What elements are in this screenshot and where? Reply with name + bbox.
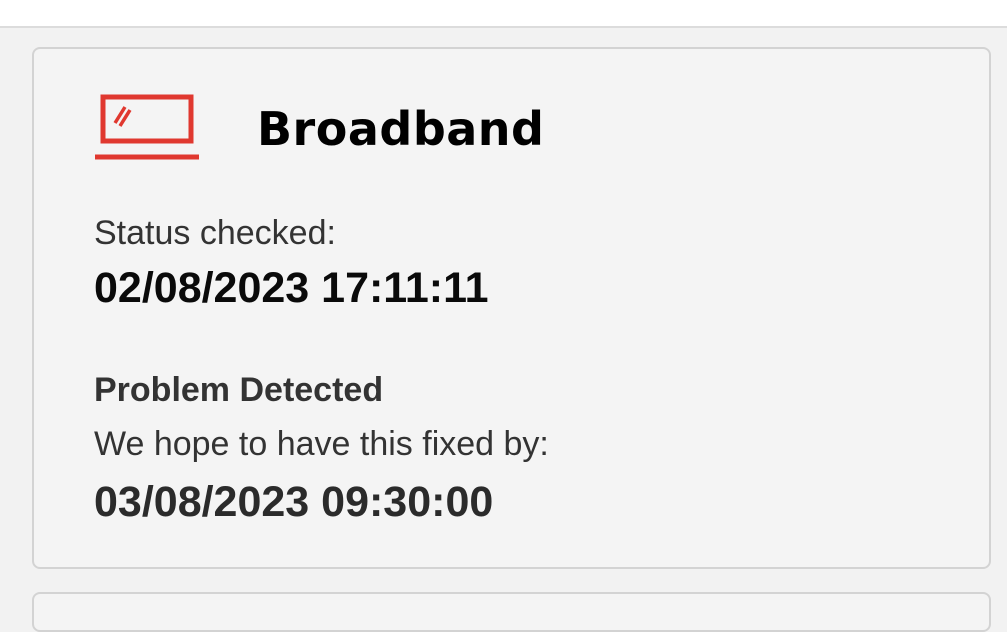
broadband-status-card: Broadband Status checked: 02/08/2023 17:… [32, 47, 991, 569]
estimated-fix-timestamp: 03/08/2023 09:30:00 [94, 478, 494, 526]
top-divider [0, 0, 1007, 28]
estimated-fix-label: We hope to have this fixed by: [94, 425, 549, 463]
status-checked-timestamp: 02/08/2023 17:11:11 [94, 264, 489, 312]
problem-detected-heading: Problem Detected [94, 371, 384, 409]
status-checked-label: Status checked: [94, 214, 336, 252]
card-title: Broadband [257, 102, 545, 156]
next-status-card [32, 592, 991, 632]
broadband-laptop-icon [95, 94, 199, 160]
